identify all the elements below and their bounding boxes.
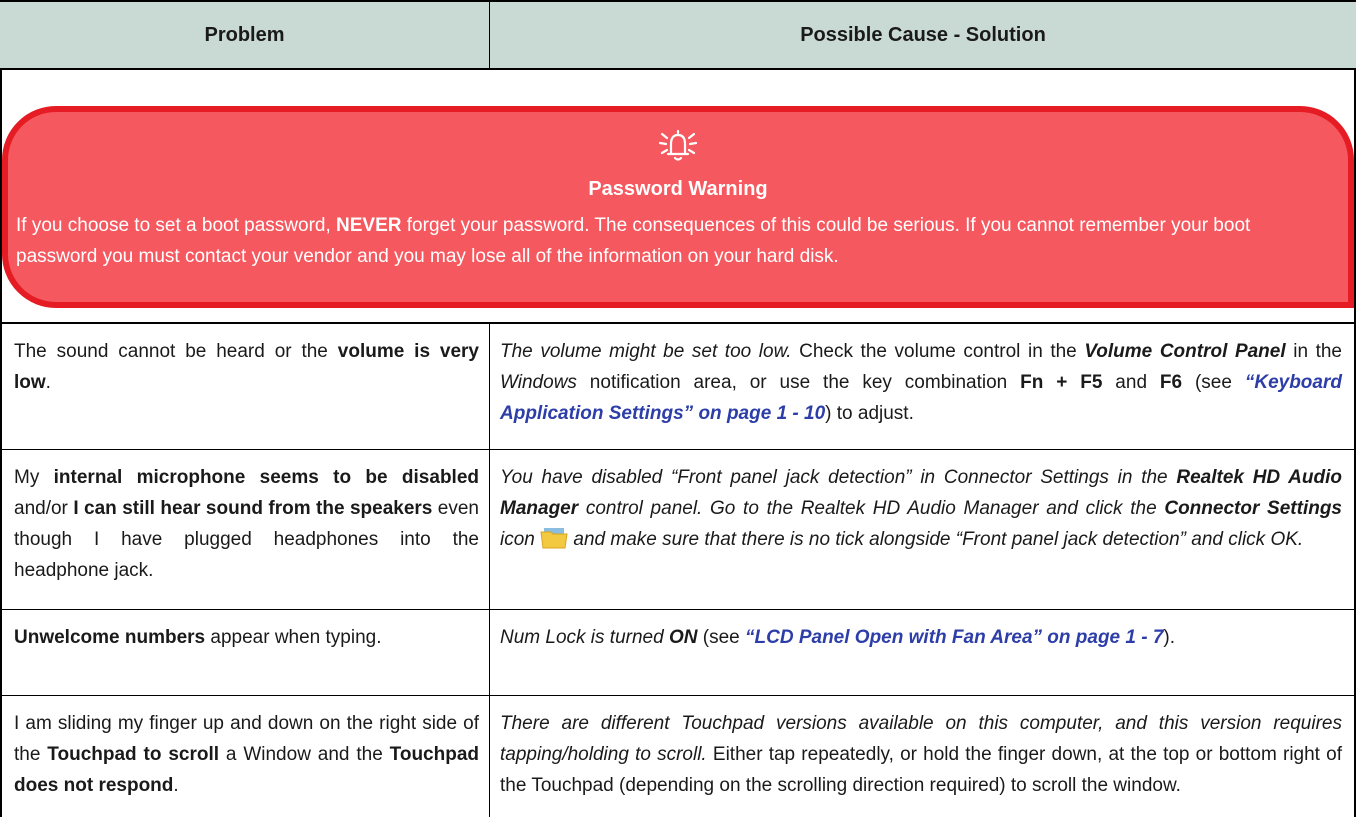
problem-cell: My internal microphone seems to be disab… (0, 450, 490, 609)
solution-text-bold: F6 (1159, 372, 1183, 393)
problem-cell: The sound cannot be heard or the volume … (0, 324, 490, 449)
table-header: Problem Possible Cause - Solution (0, 0, 1356, 70)
solution-cell: There are different Touchpad versions av… (490, 696, 1356, 817)
solution-cell: You have disabled “Front panel jack dete… (490, 450, 1356, 609)
problem-text-bold: Unwelcome numbers (14, 627, 206, 648)
solution-text-italic: control panel. Go to the Realtek HD Audi… (578, 498, 1165, 519)
solution-text-bold-italic: ON (668, 627, 698, 648)
table-row: The sound cannot be heard or the volume … (0, 324, 1356, 450)
header-problem: Problem (0, 2, 490, 68)
solution-cell: The volume might be set too low. Check t… (490, 324, 1356, 449)
problem-text-bold: internal microphone seems to be disabled (53, 467, 479, 488)
solution-text-italic: icon (500, 529, 535, 550)
problem-text: My (14, 467, 54, 488)
solution-text: in the (1285, 341, 1342, 362)
password-warning-box: Password Warning If you choose to set a … (2, 106, 1354, 308)
solution-text-italic: Windows (500, 372, 577, 393)
problem-text: . (45, 372, 51, 393)
solution-text: and (1102, 372, 1160, 393)
solution-text-italic: The volume might be set too low. (500, 341, 792, 362)
solution-cell: Num Lock is turned ON (see “LCD Panel Op… (490, 610, 1356, 695)
problem-cell: Unwelcome numbers appear when typing. (0, 610, 490, 695)
warning-row: Password Warning If you choose to set a … (0, 70, 1356, 324)
warning-title: Password Warning (588, 178, 768, 200)
folder-icon (540, 528, 568, 549)
warning-text-never: NEVER (336, 215, 402, 236)
problem-text: a Window and the (219, 744, 390, 765)
solution-text: ) to adjust. (825, 403, 914, 424)
solution-text: (see (1182, 372, 1245, 393)
solution-text: notification area, or use the key combin… (576, 372, 1021, 393)
solution-text: Check the volume control in the (791, 341, 1085, 362)
solution-text-bold: Fn + F5 (1020, 372, 1103, 393)
lcd-panel-link[interactable]: “LCD Panel Open with Fan Area” on page 1… (745, 627, 1163, 648)
table-row: My internal microphone seems to be disab… (0, 450, 1356, 610)
problem-text: . (173, 775, 179, 796)
table-row: I am sliding my finger up and down on th… (0, 696, 1356, 817)
solution-text-italic: You have disabled “Front panel jack dete… (500, 467, 1177, 488)
warning-text: If you choose to set a boot password, NE… (16, 210, 1332, 272)
solution-text-bold-italic: Connector Settings (1164, 498, 1343, 519)
header-solution: Possible Cause - Solution (800, 23, 1046, 46)
table-row: Unwelcome numbers appear when typing. Nu… (0, 610, 1356, 696)
problem-text: appear when typing. (205, 627, 382, 648)
solution-text-italic: Num Lock is turned (500, 627, 669, 648)
problem-text: and/or (14, 498, 74, 519)
problem-text-bold: I can still hear sound from the speakers (73, 498, 433, 519)
alarm-bell-icon (8, 126, 1348, 169)
problem-text: The sound cannot be heard or the (14, 341, 338, 362)
warning-text-part: If you choose to set a boot password, (16, 215, 337, 236)
problem-text-bold: Touchpad to scroll (47, 744, 220, 765)
problem-cell: I am sliding my finger up and down on th… (0, 696, 490, 817)
solution-text-italic: and make sure that there is no tick alon… (568, 529, 1304, 550)
solution-text-bold-italic: Volume Control Panel (1084, 341, 1286, 362)
solution-text: (see (697, 627, 745, 648)
solution-text: ). (1163, 627, 1176, 648)
